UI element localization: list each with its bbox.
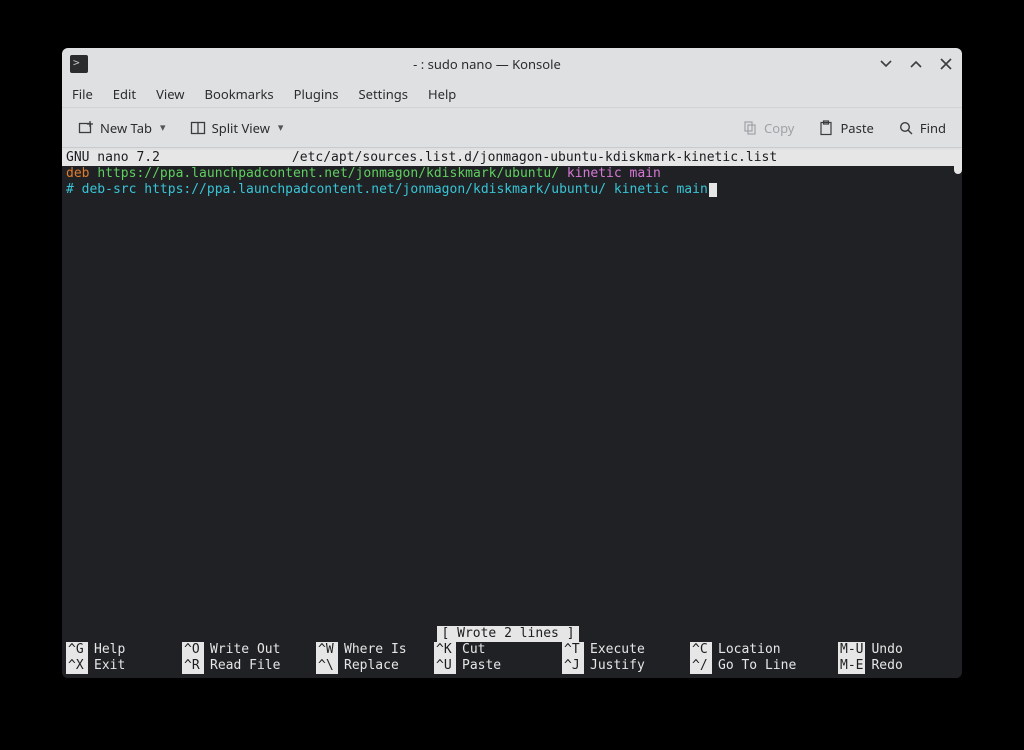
shortcut-desc: Write Out	[204, 642, 280, 658]
menu-file[interactable]: File	[72, 85, 93, 103]
menu-plugins[interactable]: Plugins	[294, 85, 339, 103]
shortcut-desc: Replace	[338, 658, 399, 674]
shortcut-cell: ^XExit	[66, 658, 182, 674]
split-view-label: Split View	[212, 119, 270, 137]
split-view-icon	[190, 120, 206, 136]
chevron-down-icon	[878, 56, 894, 72]
window-controls	[878, 56, 954, 72]
shortcut-cell: ^KCut	[434, 642, 562, 658]
nano-status-row: [ Wrote 2 lines ]	[62, 626, 954, 642]
token-dist: kinetic main	[567, 166, 661, 181]
text-cursor	[709, 183, 717, 197]
nano-titlebar: GNU nano 7.2 /etc/apt/sources.list.d/jon…	[62, 150, 962, 166]
window-title: - : sudo nano — Konsole	[96, 55, 878, 73]
shortcut-cell: ^UPaste	[434, 658, 562, 674]
shortcut-cell: ^CLocation	[690, 642, 838, 658]
nano-filename: /etc/apt/sources.list.d/jonmagon-ubuntu-…	[292, 150, 777, 166]
copy-icon	[742, 120, 758, 136]
menu-edit[interactable]: Edit	[113, 85, 136, 103]
shortcut-key: ^O	[182, 642, 204, 658]
shortcut-desc: Cut	[456, 642, 485, 658]
nano-shortcuts: ^GHelp^OWrite Out^WWhere Is^KCut^TExecut…	[62, 642, 954, 674]
shortcut-desc: Undo	[865, 642, 902, 658]
new-tab-button[interactable]: New Tab ▾	[72, 115, 172, 141]
chevron-up-icon	[908, 56, 924, 72]
shortcut-key: ^W	[316, 642, 338, 658]
shortcut-desc: Help	[88, 642, 125, 658]
find-label: Find	[920, 119, 946, 137]
chevron-down-icon: ▾	[278, 120, 284, 135]
copy-button[interactable]: Copy	[736, 115, 800, 141]
new-tab-label: New Tab	[100, 119, 152, 137]
nano-status: [ Wrote 2 lines ]	[437, 626, 578, 642]
shortcut-desc: Redo	[865, 658, 902, 674]
editor-line-2[interactable]: # deb-src https://ppa.launchpadcontent.n…	[62, 182, 962, 198]
shortcut-key: ^K	[434, 642, 456, 658]
new-tab-icon	[78, 120, 94, 136]
nano-version: GNU nano 7.2	[66, 150, 160, 166]
shortcut-key: ^R	[182, 658, 204, 674]
close-button[interactable]	[938, 56, 954, 72]
shortcut-cell: M-UUndo	[838, 642, 934, 658]
shortcut-key: ^J	[562, 658, 584, 674]
paste-icon	[818, 120, 834, 136]
find-button[interactable]: Find	[892, 115, 952, 141]
copy-label: Copy	[764, 119, 794, 137]
shortcut-cell: ^/Go To Line	[690, 658, 838, 674]
shortcut-cell: ^TExecute	[562, 642, 690, 658]
menu-settings[interactable]: Settings	[359, 85, 408, 103]
menu-bookmarks[interactable]: Bookmarks	[205, 85, 274, 103]
shortcut-key: M-U	[838, 642, 865, 658]
shortcut-key: ^/	[690, 658, 712, 674]
shortcut-desc: Location	[712, 642, 781, 658]
shortcut-row: ^XExit^RRead File^\Replace^UPaste^JJusti…	[62, 658, 954, 674]
paste-label: Paste	[840, 119, 873, 137]
terminal-area[interactable]: GNU nano 7.2 /etc/apt/sources.list.d/jon…	[62, 150, 962, 678]
shortcut-key: ^X	[66, 658, 88, 674]
token-deb: deb	[66, 166, 89, 181]
shortcut-desc: Exit	[88, 658, 125, 674]
shortcut-key: ^T	[562, 642, 584, 658]
shortcut-desc: Paste	[456, 658, 501, 674]
shortcut-desc: Execute	[584, 642, 645, 658]
shortcut-row: ^GHelp^OWrite Out^WWhere Is^KCut^TExecut…	[62, 642, 954, 658]
shortcut-key: ^U	[434, 658, 456, 674]
shortcut-desc: Read File	[204, 658, 280, 674]
chevron-down-icon: ▾	[160, 120, 166, 135]
shortcut-cell: ^GHelp	[66, 642, 182, 658]
shortcut-key: ^G	[66, 642, 88, 658]
nano-footer: [ Wrote 2 lines ] ^GHelp^OWrite Out^WWhe…	[62, 626, 954, 674]
toolbar: New Tab ▾ Split View ▾ Copy Paste Find	[62, 108, 962, 148]
shortcut-cell: ^WWhere Is	[316, 642, 434, 658]
shortcut-desc: Where Is	[338, 642, 407, 658]
shortcut-cell: ^JJustify	[562, 658, 690, 674]
minimize-button[interactable]	[878, 56, 894, 72]
shortcut-key: ^\	[316, 658, 338, 674]
shortcut-desc: Justify	[584, 658, 645, 674]
shortcut-key: ^C	[690, 642, 712, 658]
scrollbar[interactable]	[954, 150, 962, 174]
shortcut-cell: ^RRead File	[182, 658, 316, 674]
maximize-button[interactable]	[908, 56, 924, 72]
search-icon	[898, 120, 914, 136]
shortcut-cell: M-ERedo	[838, 658, 934, 674]
konsole-window: - : sudo nano — Konsole File Edit View B…	[62, 48, 962, 678]
token-url: https://ppa.launchpadcontent.net/jonmago…	[97, 166, 559, 181]
shortcut-cell: ^\Replace	[316, 658, 434, 674]
token-comment: # deb-src https://ppa.launchpadcontent.n…	[66, 182, 708, 197]
titlebar: - : sudo nano — Konsole	[62, 48, 962, 80]
close-icon	[938, 56, 954, 72]
menu-help[interactable]: Help	[428, 85, 456, 103]
shortcut-desc: Go To Line	[712, 658, 796, 674]
menubar: File Edit View Bookmarks Plugins Setting…	[62, 80, 962, 108]
shortcut-cell: ^OWrite Out	[182, 642, 316, 658]
split-view-button[interactable]: Split View ▾	[184, 115, 290, 141]
shortcut-key: M-E	[838, 658, 865, 674]
paste-button[interactable]: Paste	[812, 115, 879, 141]
terminal-app-icon	[70, 55, 88, 73]
editor-line-1[interactable]: deb https://ppa.launchpadcontent.net/jon…	[62, 166, 962, 182]
menu-view[interactable]: View	[156, 85, 184, 103]
